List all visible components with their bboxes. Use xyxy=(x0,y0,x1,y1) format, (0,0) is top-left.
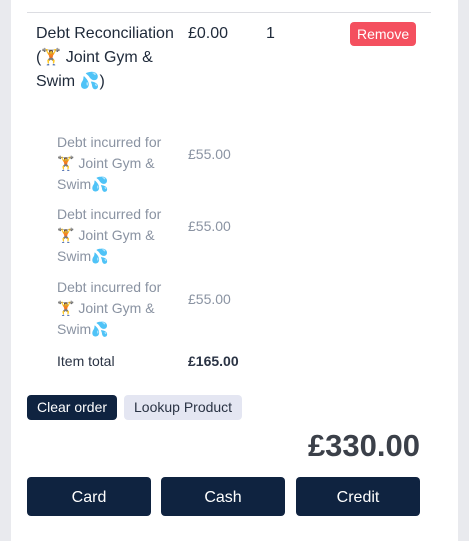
lookup-product-button[interactable]: Lookup Product xyxy=(124,395,243,420)
grand-total: £330.00 xyxy=(307,428,420,463)
order-line-price: £0.00 xyxy=(188,25,229,42)
cash-payment-button[interactable]: Cash xyxy=(161,477,285,516)
remove-button[interactable]: Remove xyxy=(350,22,417,46)
sub-item-price: £55.00 xyxy=(188,146,231,162)
table-divider xyxy=(27,12,431,13)
item-total-label: Item total xyxy=(57,353,115,369)
sub-item-description: Debt incurred for 🏋️ Joint Gym & Swim💦 xyxy=(57,279,162,337)
credit-payment-button[interactable]: Credit xyxy=(296,477,420,516)
clear-order-button[interactable]: Clear order xyxy=(27,395,118,420)
sub-item-description: Debt incurred for 🏋️ Joint Gym & Swim💦 xyxy=(57,206,162,264)
card-payment-button[interactable]: Card xyxy=(27,477,151,516)
sub-item-price: £55.00 xyxy=(188,218,231,234)
order-line-description: Debt Reconciliation (🏋️ Joint Gym & Swim… xyxy=(36,25,174,90)
sub-item-price: £55.00 xyxy=(188,291,231,307)
sub-item-description: Debt incurred for 🏋️ Joint Gym & Swim💦 xyxy=(57,134,162,192)
order-line-quantity[interactable]: 1 xyxy=(266,22,275,46)
item-total-value: £165.00 xyxy=(188,353,239,369)
order-panel: Debt Reconciliation (🏋️ Joint Gym & Swim… xyxy=(11,0,458,541)
